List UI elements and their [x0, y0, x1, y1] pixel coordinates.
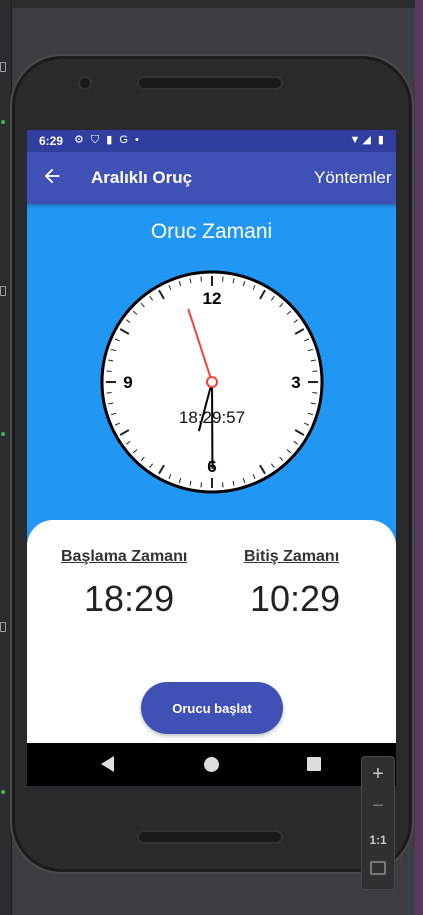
- app-bar: Aralıklı Oruç Yöntemler: [27, 152, 396, 204]
- nav-home-icon[interactable]: [204, 757, 219, 772]
- clock-tick: [106, 392, 112, 394]
- top-speaker: [137, 76, 283, 90]
- front-camera: [80, 78, 90, 88]
- emulator-zoom-toolbar: + − 1:1: [361, 756, 395, 890]
- clock-tick: [312, 392, 318, 394]
- arrow-left-icon[interactable]: [41, 165, 63, 187]
- clock-numeral-3: 3: [291, 373, 300, 392]
- methods-menu-button[interactable]: Yöntemler: [314, 168, 391, 188]
- fasting-time-title: Oruc Zamani: [150, 220, 273, 243]
- clock-tick: [222, 482, 224, 488]
- zoom-fit-icon[interactable]: [370, 861, 386, 875]
- status-time: 6:29: [39, 134, 64, 148]
- window-right-edge: [415, 0, 423, 915]
- nav-back-icon[interactable]: [101, 756, 114, 772]
- clock-numeral-9: 9: [123, 373, 132, 392]
- signal-battery-icons: ▼◢ ▮: [349, 134, 386, 146]
- start-time-label: Başlama Zamanı: [61, 548, 188, 565]
- strip-icon[interactable]: [0, 622, 6, 632]
- clock-tick: [222, 276, 224, 282]
- clock-numeral-12: 12: [203, 289, 222, 308]
- page-title: Aralıklı Oruç: [91, 168, 193, 187]
- start-time-value[interactable]: 18:29: [84, 578, 174, 620]
- clock-tick: [312, 370, 318, 372]
- status-dot-icon: [1, 432, 5, 436]
- end-time-label: Bitiş Zamanı: [244, 548, 340, 565]
- status-dot-icon: [1, 120, 5, 124]
- zoom-out-button[interactable]: −: [362, 795, 394, 818]
- clock-center-pin: [206, 376, 218, 388]
- phone-screen: 6:29 ⚙ ⛉ ▮ G • ▼◢ ▮ Aralıklı Oruç Yöntem…: [27, 130, 396, 786]
- clock-tick: [200, 482, 202, 488]
- start-fast-button[interactable]: Orucu başlat: [141, 682, 283, 734]
- nav-recents-icon[interactable]: [307, 757, 321, 771]
- status-bar: 6:29 ⚙ ⛉ ▮ G • ▼◢ ▮: [27, 130, 396, 152]
- bottom-speaker: [137, 830, 283, 844]
- strip-icon[interactable]: [0, 62, 6, 72]
- notification-icons: ⚙ ⛉ ▮ G •: [74, 134, 141, 146]
- strip-icon[interactable]: [0, 286, 6, 296]
- zoom-in-button[interactable]: +: [362, 763, 394, 786]
- zoom-actual-size-button[interactable]: 1:1: [362, 833, 394, 847]
- end-time-value[interactable]: 10:29: [250, 578, 340, 620]
- system-nav-bar: [27, 743, 396, 786]
- status-dot-icon: [1, 790, 5, 794]
- clock-tick: [106, 370, 112, 372]
- clock-tick: [200, 276, 202, 282]
- emulator-top-edge: [12, 0, 415, 8]
- analog-clock: 12 3 6 9 18:29:57: [100, 270, 324, 494]
